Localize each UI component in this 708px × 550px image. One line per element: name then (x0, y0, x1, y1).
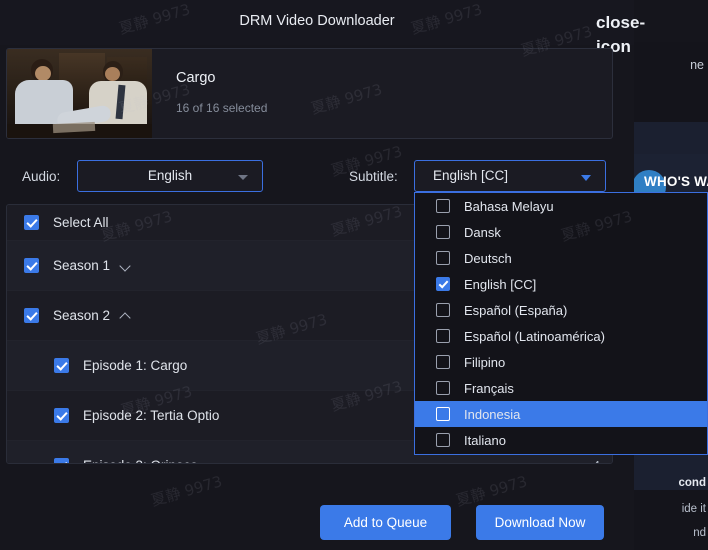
audio-label: Audio: (22, 169, 61, 184)
subtitle-option-label: Filipino (464, 354, 506, 370)
episode-label: Episode 1: Cargo (83, 358, 188, 373)
season-label: Season 1 (53, 258, 111, 273)
subtitle-option-label: Español (España) (464, 302, 568, 318)
subtitle-option[interactable]: Bahasa Melayu (415, 193, 707, 219)
subtitle-option[interactable]: Français (415, 375, 707, 401)
close-icon[interactable]: close-icon (596, 11, 645, 56)
subtitle-option[interactable]: Indonesia (415, 401, 707, 427)
episode-checkbox[interactable] (54, 358, 69, 373)
season-checkbox[interactable] (24, 258, 39, 273)
background-nav-text: ne (690, 58, 704, 72)
subtitle-option-checkbox[interactable] (436, 199, 450, 213)
subtitle-select[interactable]: English [CC] (414, 160, 606, 192)
background-line-2: nd (693, 527, 706, 539)
video-title: Cargo (176, 70, 216, 86)
subtitle-option-label: Dansk (464, 224, 501, 240)
chevron-down-icon (581, 175, 591, 181)
subtitle-option-checkbox[interactable] (436, 355, 450, 369)
episode-checkbox[interactable] (54, 408, 69, 423)
background-headline: WHO'S WA (644, 174, 708, 189)
subtitle-option-checkbox[interactable] (436, 303, 450, 317)
subtitle-option-label: Italiano (464, 432, 506, 448)
subtitle-option-checkbox[interactable] (436, 433, 450, 447)
select-all-checkbox[interactable] (24, 215, 39, 230)
subtitle-option-label: English [CC] (464, 276, 537, 292)
season-label: Season 2 (53, 308, 111, 323)
select-all-label: Select All (53, 215, 109, 230)
episode-checkbox[interactable] (54, 458, 69, 463)
video-thumbnail (7, 49, 152, 138)
subtitle-option[interactable]: Español (España) (415, 297, 707, 323)
subtitle-option-label: Indonesia (464, 406, 521, 422)
selection-count: 16 of 16 selected (176, 101, 268, 115)
subtitle-option[interactable]: Dansk (415, 219, 707, 245)
page-title: DRM Video Downloader (239, 13, 395, 29)
audio-selected-value: English (147, 168, 193, 183)
subtitle-option[interactable]: Filipino (415, 349, 707, 375)
subtitle-option-label: Español (Latinoamérica) (464, 328, 605, 344)
add-to-queue-button[interactable]: Add to Queue (320, 505, 451, 540)
subtitle-selected-value: English [CC] (433, 168, 509, 183)
video-header-card: Cargo 16 of 16 selected (6, 48, 613, 139)
subtitle-option[interactable]: Deutsch (415, 245, 707, 271)
subtitle-option[interactable]: Español (Latinoamérica) (415, 323, 707, 349)
episode-label: Episode 3: Orinoco (83, 458, 198, 463)
season-checkbox[interactable] (24, 308, 39, 323)
subtitle-option-checkbox[interactable] (436, 251, 450, 265)
subtitle-label: Subtitle: (349, 169, 398, 184)
download-now-button[interactable]: Download Now (476, 505, 604, 540)
background-line-0: cond (678, 477, 706, 489)
episode-duration: 4 (593, 458, 600, 463)
subtitle-option-checkbox[interactable] (436, 381, 450, 395)
subtitle-option-label: Deutsch (464, 250, 512, 266)
subtitle-option[interactable]: Italiano (415, 427, 707, 453)
background-line-1: ide it (681, 503, 706, 515)
subtitle-dropdown-menu[interactable]: Bahasa Melayu Dansk Deutsch English [CC] Esp… (414, 192, 708, 455)
subtitle-option-label: Bahasa Melayu (464, 198, 554, 214)
episode-label: Episode 2: Tertia Optio (83, 408, 220, 423)
subtitle-option-checkbox[interactable] (436, 329, 450, 343)
audio-select[interactable]: English (77, 160, 263, 192)
chevron-down-icon (238, 175, 248, 180)
subtitle-option-checkbox[interactable] (436, 225, 450, 239)
subtitle-option-checkbox[interactable] (436, 277, 450, 291)
subtitle-option[interactable]: English [CC] (415, 271, 707, 297)
chevron-up-icon[interactable] (121, 310, 132, 321)
track-selector-row: Audio: English Subtitle: English [CC] (0, 160, 634, 196)
subtitle-option-checkbox[interactable] (436, 407, 450, 421)
chevron-down-icon[interactable] (121, 260, 132, 271)
modal-title-bar: DRM Video Downloader close-icon (0, 0, 645, 56)
subtitle-option-label: Français (464, 380, 514, 396)
